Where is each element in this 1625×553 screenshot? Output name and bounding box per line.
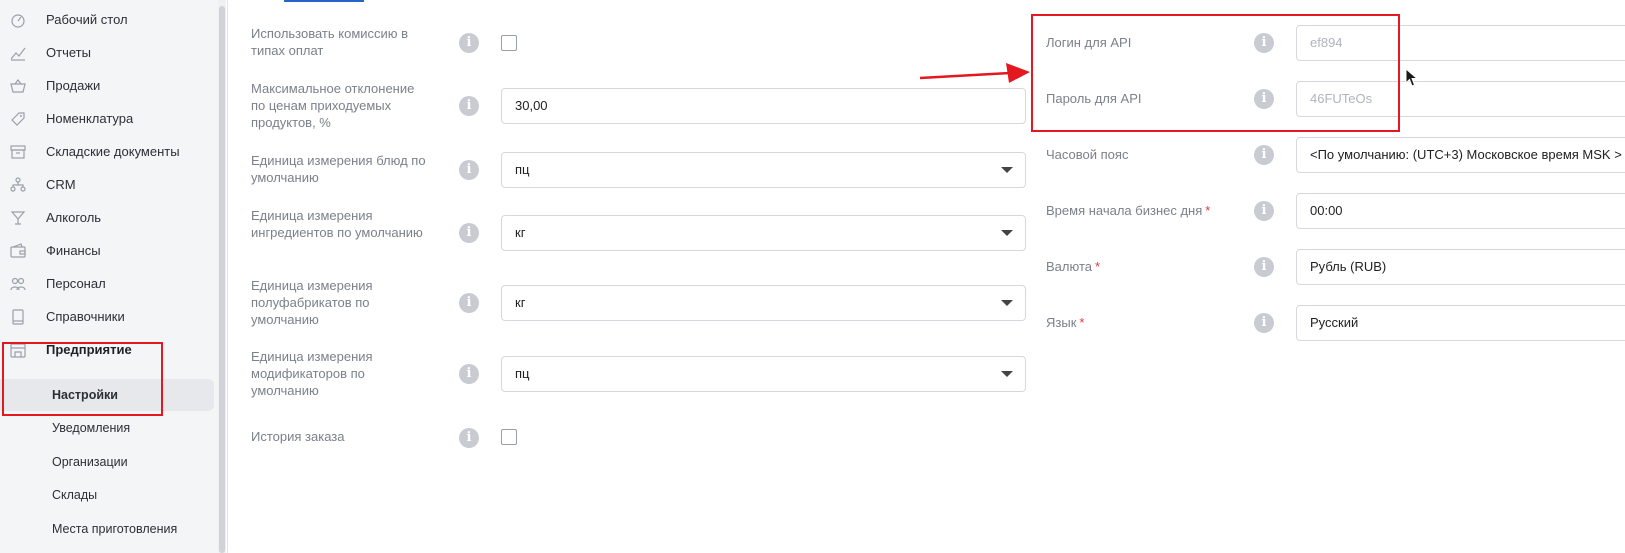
sidebar-item-finance[interactable]: Финансы bbox=[0, 234, 214, 268]
people-tree-icon bbox=[10, 177, 26, 193]
sidebar-subitem-label: Организации bbox=[52, 455, 128, 469]
info-icon[interactable]: i bbox=[459, 428, 479, 448]
currency-select[interactable]: Рубль (RUB) bbox=[1296, 249, 1625, 285]
semi-unit-value: кг bbox=[515, 295, 526, 310]
info-icon[interactable]: i bbox=[459, 364, 479, 384]
active-tab-indicator bbox=[284, 0, 364, 2]
basket-icon bbox=[10, 78, 26, 94]
sidebar-item-label: Персонал bbox=[46, 276, 106, 291]
sidebar-item-label: Продажи bbox=[46, 78, 101, 93]
currency-label: Валюта * bbox=[1046, 258, 1100, 275]
currency-label-text: Валюта bbox=[1046, 259, 1092, 274]
ingredient-unit-value: кг bbox=[515, 225, 526, 240]
sidebar-subitem-organizations[interactable]: Организации bbox=[0, 446, 214, 478]
business-day-input[interactable]: 00:00 bbox=[1296, 193, 1625, 229]
timezone-label: Часовой пояс bbox=[1046, 147, 1129, 162]
language-label-text: Язык bbox=[1046, 315, 1077, 330]
semi-unit-label: Единица измерения полуфабрикатов по умол… bbox=[251, 278, 373, 327]
sidebar-item-label: Финансы bbox=[46, 243, 101, 258]
info-icon[interactable]: i bbox=[1254, 145, 1274, 165]
mouse-cursor-icon bbox=[1405, 68, 1419, 87]
annotation-box-enterprise-settings bbox=[2, 342, 163, 416]
info-icon[interactable]: i bbox=[459, 96, 479, 116]
chevron-down-icon bbox=[1001, 230, 1013, 236]
dashboard-icon bbox=[10, 12, 26, 28]
commission-checkbox[interactable] bbox=[501, 35, 517, 51]
modifier-unit-value: пц bbox=[515, 366, 530, 381]
sidebar-item-dashboard[interactable]: Рабочий стол bbox=[0, 3, 214, 37]
modifier-unit-label: Единица измерения модификаторов по умолч… bbox=[251, 349, 373, 398]
info-icon[interactable]: i bbox=[1254, 257, 1274, 277]
dish-unit-select[interactable]: пц bbox=[501, 152, 1026, 188]
order-history-checkbox[interactable] bbox=[501, 429, 517, 445]
sidebar-item-alcohol[interactable]: Алкоголь bbox=[0, 201, 214, 235]
staff-icon bbox=[10, 276, 26, 292]
commission-label: Использовать комиссию в типах оплат bbox=[251, 26, 409, 58]
business-day-label-text: Время начала бизнес дня bbox=[1046, 203, 1203, 218]
annotation-box-api-credentials bbox=[1031, 14, 1400, 132]
info-icon[interactable]: i bbox=[1254, 201, 1274, 221]
sidebar-subitem-label: Уведомления bbox=[52, 421, 131, 435]
tag-icon bbox=[10, 111, 26, 127]
sidebar-item-label: Алкоголь bbox=[46, 210, 102, 225]
sidebar-item-references[interactable]: Справочники bbox=[0, 300, 214, 334]
sidebar-item-label: CRM bbox=[46, 177, 76, 192]
info-icon[interactable]: i bbox=[459, 293, 479, 313]
sidebar-item-sales[interactable]: Продажи bbox=[0, 69, 214, 103]
wallet-icon bbox=[10, 243, 26, 259]
language-select[interactable]: Русский bbox=[1296, 305, 1625, 341]
sidebar-item-label: Отчеты bbox=[46, 45, 91, 60]
dish-unit-value: пц bbox=[515, 162, 530, 177]
semi-unit-select[interactable]: кг bbox=[501, 285, 1026, 321]
required-mark: * bbox=[1079, 315, 1085, 330]
info-icon[interactable]: i bbox=[459, 33, 479, 53]
required-mark: * bbox=[1205, 203, 1211, 218]
language-label: Язык * bbox=[1046, 314, 1084, 331]
sidebar-subitem-label: Места приготовления bbox=[52, 522, 178, 536]
sidebar-subitem-notifications[interactable]: Уведомления bbox=[0, 412, 214, 444]
modifier-unit-select[interactable]: пц bbox=[501, 356, 1026, 392]
sidebar-item-reports[interactable]: Отчеты bbox=[0, 36, 214, 70]
sidebar-subitem-label: Склады bbox=[52, 488, 98, 502]
sidebar-item-label: Рабочий стол bbox=[46, 12, 128, 27]
sidebar-subitem-warehouses[interactable]: Склады bbox=[0, 479, 214, 511]
sidebar-item-staff[interactable]: Персонал bbox=[0, 267, 214, 301]
chevron-down-icon bbox=[1001, 300, 1013, 306]
info-icon[interactable]: i bbox=[459, 160, 479, 180]
sidebar: Рабочий стол Отчеты Продажи Номенклатура… bbox=[0, 0, 218, 553]
sidebar-item-crm[interactable]: CRM bbox=[0, 168, 214, 202]
sidebar-item-label: Складские документы bbox=[46, 144, 180, 159]
sidebar-item-label: Справочники bbox=[46, 309, 125, 324]
business-day-label: Время начала бизнес дня * bbox=[1046, 202, 1210, 219]
archive-icon bbox=[10, 144, 26, 160]
sidebar-subitem-cooking-places[interactable]: Места приготовления bbox=[0, 513, 214, 545]
info-icon[interactable]: i bbox=[1254, 313, 1274, 333]
sidebar-item-label: Номенклатура bbox=[46, 111, 134, 126]
chevron-down-icon bbox=[1001, 167, 1013, 173]
sidebar-item-warehouse-docs[interactable]: Складские документы bbox=[0, 135, 214, 169]
timezone-select[interactable]: <По умолчанию: (UTC+3) Московское время … bbox=[1296, 137, 1625, 173]
cocktail-icon bbox=[10, 210, 26, 226]
chart-icon bbox=[10, 45, 26, 61]
max-deviation-label: Максимальное отклонение по ценам приходу… bbox=[251, 81, 415, 130]
sidebar-item-nomenclature[interactable]: Номенклатура bbox=[0, 102, 214, 136]
dish-unit-label: Единица измерения блюд по умолчанию bbox=[251, 153, 426, 185]
sidebar-scrollbar-thumb[interactable] bbox=[219, 6, 225, 553]
book-icon bbox=[10, 309, 26, 325]
chevron-down-icon bbox=[1001, 371, 1013, 377]
content-divider bbox=[227, 0, 228, 553]
info-icon[interactable]: i bbox=[459, 223, 479, 243]
max-deviation-input[interactable]: 30,00 bbox=[501, 88, 1026, 124]
ingredient-unit-select[interactable]: кг bbox=[501, 215, 1026, 251]
annotation-arrow-icon bbox=[919, 63, 1030, 83]
order-history-label: История заказа bbox=[251, 429, 345, 444]
ingredient-unit-label: Единица измерения ингредиентов по умолча… bbox=[251, 208, 423, 240]
required-mark: * bbox=[1095, 259, 1101, 274]
